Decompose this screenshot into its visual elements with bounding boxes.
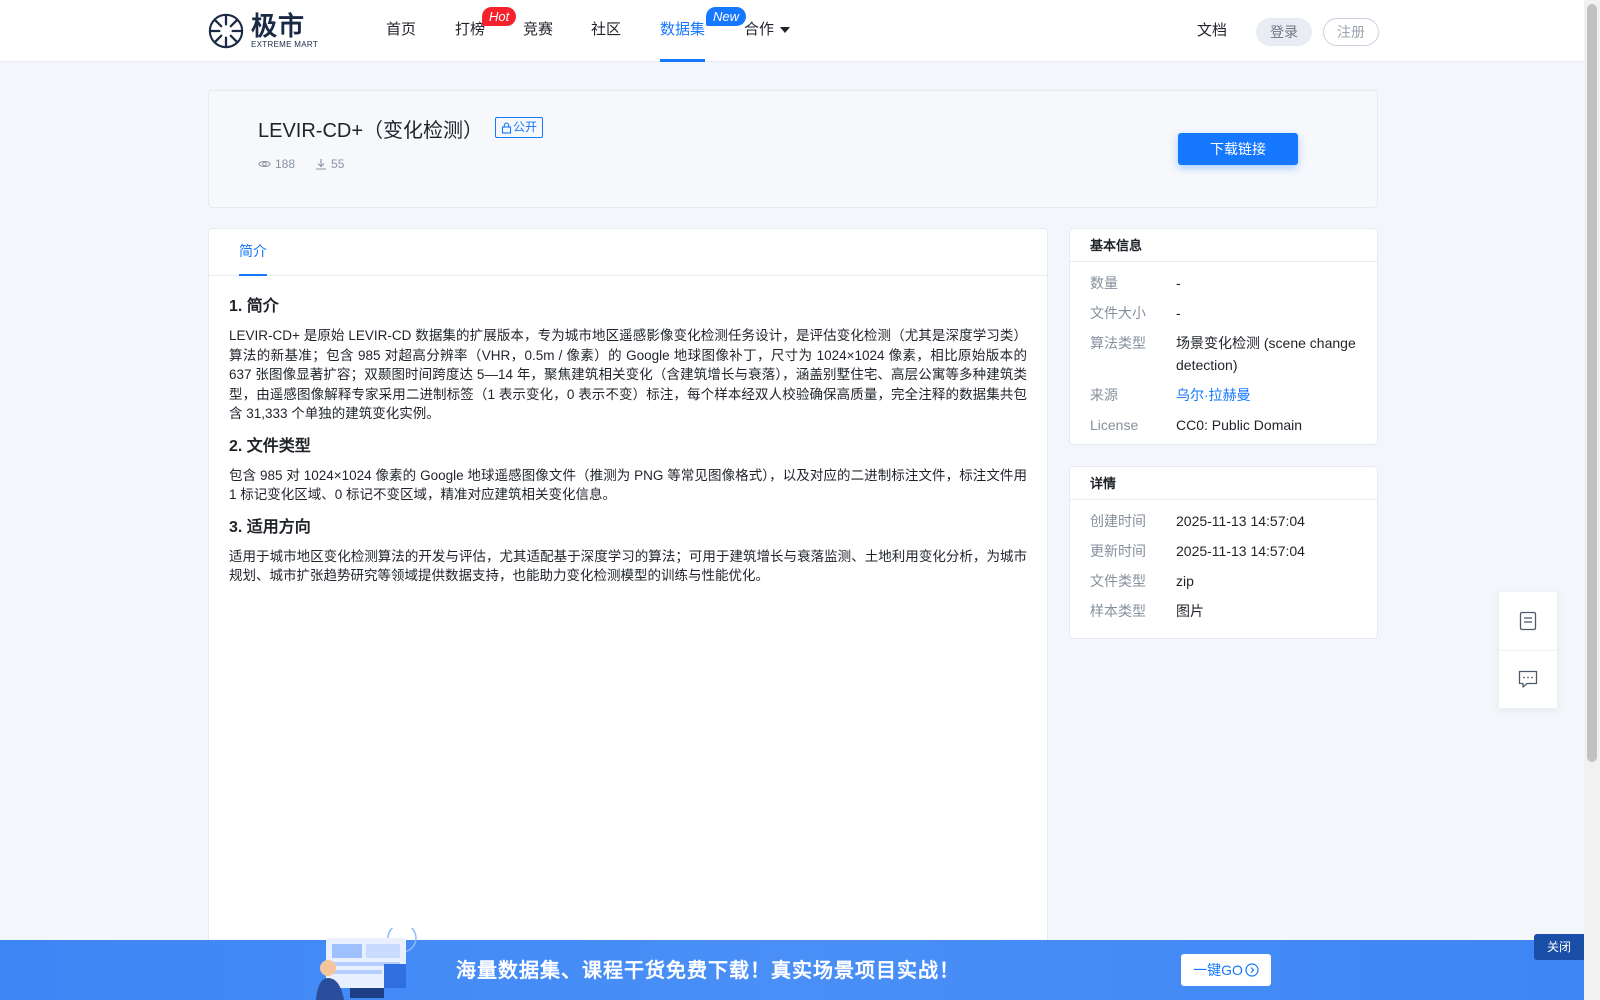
info-key: 算法类型 <box>1090 335 1146 351</box>
docs-link[interactable]: 文档 <box>1197 0 1227 62</box>
brand-name: 极市 <box>251 11 306 41</box>
message-button[interactable] <box>1499 650 1557 708</box>
hot-badge: Hot <box>482 7 517 26</box>
page-scrollbar[interactable] <box>1584 0 1600 1000</box>
message-icon <box>1518 670 1538 688</box>
notes-icon <box>1519 611 1537 631</box>
info-row-license: License CC0: Public Domain <box>1090 414 1357 436</box>
views-count: 188 <box>275 157 296 171</box>
section-paragraph: 适用于城市地区变化检测算法的开发与评估，尤其适配基于深度学习的算法；可用于建筑增… <box>229 548 1027 584</box>
promo-illustration-icon <box>316 928 417 1000</box>
dataset-title: LEVIR-CD+（变化检测） <box>258 120 484 142</box>
scrollbar-thumb[interactable] <box>1587 4 1597 762</box>
detail-key: 文件类型 <box>1090 573 1146 589</box>
logo-mark-icon <box>208 13 244 49</box>
download-icon <box>316 159 327 170</box>
eye-icon <box>258 160 271 168</box>
nav-item-competitions[interactable]: 竞赛 <box>523 0 553 62</box>
info-key: 文件大小 <box>1090 305 1146 321</box>
detail-row-created: 创建时间 2025-11-13 14:57:04 <box>1090 510 1357 532</box>
section-heading: 2. 文件类型 <box>229 437 311 455</box>
brand-name-en: EXTREME MART <box>251 40 319 49</box>
go-button[interactable]: 一键GO <box>1181 954 1271 986</box>
detail-row-sample-type: 样本类型 图片 <box>1090 600 1357 622</box>
basic-info-card: 基本信息 数量 - 文件大小 - 算法类型 场景变化检测 (scene chan… <box>1069 228 1378 445</box>
info-row-algorithm-type: 算法类型 场景变化检测 (scene change detection) <box>1090 332 1357 376</box>
lock-icon <box>501 122 512 134</box>
dataset-stats: 188 55 <box>258 157 364 171</box>
info-value: - <box>1176 275 1181 291</box>
dataset-header-card: LEVIR-CD+（变化检测） 公开 188 55 下载链接 <box>208 90 1378 208</box>
nav-item-community[interactable]: 社区 <box>591 0 621 62</box>
detail-value: 2025-11-13 14:57:04 <box>1176 513 1305 529</box>
tab-bar: 简介 <box>209 229 1047 276</box>
close-banner-button[interactable]: 关闭 <box>1534 934 1584 960</box>
promo-banner: 海量数据集、课程干货免费下载！真实场景项目实战！ 一键GO 关闭 <box>0 928 1584 1000</box>
basic-info-title: 基本信息 <box>1070 229 1377 262</box>
section-paragraph: 包含 985 对 1024×1024 像素的 Google 地球遥感图像文件（推… <box>229 467 1027 503</box>
nav-item-leaderboard[interactable]: 打榜 <box>455 0 485 62</box>
brand-logo[interactable]: 极市 EXTREME MART <box>207 12 318 50</box>
info-value: 场景变化检测 (scene change detection) <box>1176 335 1356 373</box>
visibility-tag: 公开 <box>495 117 544 138</box>
promo-text: 海量数据集、课程干货免费下载！真实场景项目实战！ <box>456 958 960 982</box>
arrow-circle-icon <box>1245 963 1259 977</box>
go-button-label: 一键GO <box>1193 962 1243 978</box>
details-title: 详情 <box>1070 467 1377 500</box>
dataset-description-card: 简介 1. 简介 LEVIR-CD+ 是原始 LEVIR-CD 数据集的扩展版本… <box>208 228 1048 1000</box>
visibility-label: 公开 <box>513 120 538 134</box>
info-key: 来源 <box>1090 387 1118 403</box>
info-row-file-size: 文件大小 - <box>1090 302 1357 324</box>
downloads-stat: 55 <box>315 157 344 171</box>
info-key: 数量 <box>1090 275 1118 291</box>
description-content: 1. 简介 LEVIR-CD+ 是原始 LEVIR-CD 数据集的扩展版本，专为… <box>209 276 1047 586</box>
nav-item-home[interactable]: 首页 <box>386 0 416 62</box>
detail-value: 2025-11-13 14:57:04 <box>1176 543 1305 559</box>
floating-toolbar <box>1498 591 1558 709</box>
detail-key: 更新时间 <box>1090 543 1146 559</box>
notes-button[interactable] <box>1499 592 1557 650</box>
detail-key: 样本类型 <box>1090 603 1146 619</box>
detail-row-file-type: 文件类型 zip <box>1090 570 1357 592</box>
nav-item-label: 打榜 <box>455 21 486 38</box>
info-row-source: 来源 乌尔·拉赫曼 <box>1090 384 1357 406</box>
info-row-count: 数量 - <box>1090 272 1357 294</box>
detail-row-updated: 更新时间 2025-11-13 14:57:04 <box>1090 540 1357 562</box>
section-heading: 3. 适用方向 <box>229 518 311 536</box>
caret-down-icon <box>780 27 791 34</box>
info-value: - <box>1176 305 1181 321</box>
detail-value: zip <box>1176 573 1194 589</box>
download-link-button[interactable]: 下载链接 <box>1178 133 1298 165</box>
downloads-count: 55 <box>331 157 345 171</box>
section-heading: 1. 简介 <box>229 298 279 315</box>
detail-value: 图片 <box>1176 603 1204 619</box>
register-button[interactable]: 注册 <box>1323 18 1379 46</box>
login-button[interactable]: 登录 <box>1256 18 1312 46</box>
source-link[interactable]: 乌尔·拉赫曼 <box>1176 384 1357 406</box>
tab-introduction[interactable]: 简介 <box>239 229 267 276</box>
section-paragraph: LEVIR-CD+ 是原始 LEVIR-CD 数据集的扩展版本，专为城市地区遥感… <box>229 328 1027 421</box>
nav-item-label: 合作 <box>744 21 775 38</box>
views-stat: 188 <box>258 157 295 171</box>
nav-item-datasets[interactable]: 数据集 <box>660 0 706 62</box>
info-value: CC0: Public Domain <box>1176 417 1303 433</box>
info-key: License <box>1090 417 1139 433</box>
nav-item-cooperation[interactable]: 合作 <box>744 0 791 62</box>
new-badge: New <box>706 7 747 26</box>
detail-key: 创建时间 <box>1090 513 1146 529</box>
details-card: 详情 创建时间 2025-11-13 14:57:04 更新时间 2025-11… <box>1069 466 1378 639</box>
top-navbar: 极市 EXTREME MART 首页 打榜 Hot 竞赛 社区 数据集 New … <box>0 0 1584 62</box>
